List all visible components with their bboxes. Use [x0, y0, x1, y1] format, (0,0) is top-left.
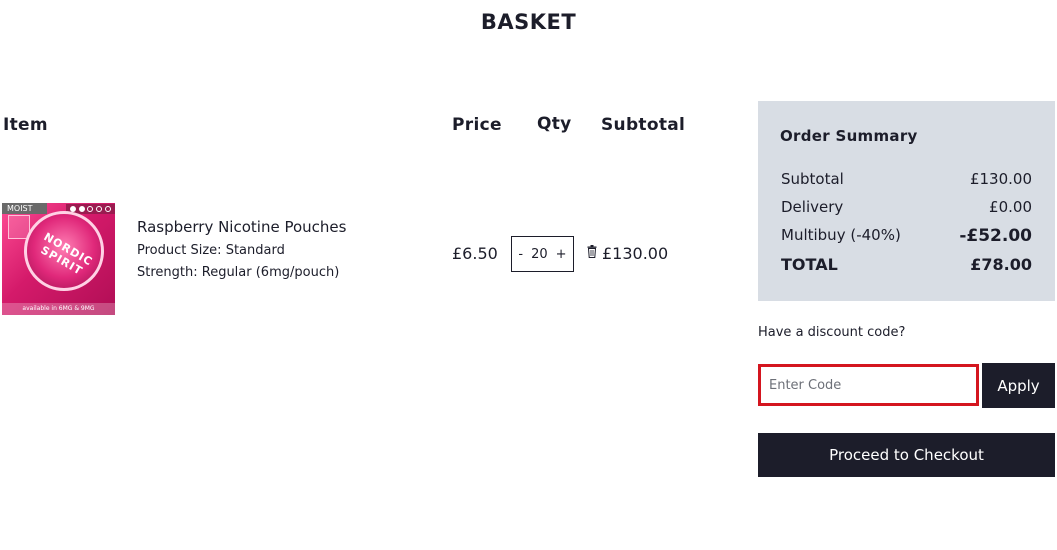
- summary-subtotal-label: Subtotal: [781, 170, 844, 188]
- summary-delivery-row: Delivery £0.00: [781, 198, 1032, 216]
- summary-delivery-label: Delivery: [781, 198, 844, 216]
- column-header-item: Item: [3, 115, 48, 135]
- trash-icon[interactable]: [587, 245, 597, 258]
- summary-title: Order Summary: [780, 127, 918, 145]
- product-price: £6.50: [452, 244, 498, 263]
- summary-total-label: TOTAL: [781, 255, 838, 274]
- column-header-subtotal: Subtotal: [601, 115, 686, 135]
- summary-multibuy-label: Multibuy (-40%): [781, 226, 901, 244]
- summary-total-value: £78.00: [970, 255, 1032, 274]
- product-strength: Strength: Regular (6mg/pouch): [137, 265, 340, 280]
- product-image-footer: available in 6MG & 9MG: [2, 303, 115, 315]
- proceed-to-checkout-button[interactable]: Proceed to Checkout: [758, 433, 1055, 477]
- column-header-qty: Qty: [537, 114, 572, 134]
- summary-multibuy-value: -£52.00: [959, 226, 1032, 246]
- apply-discount-button[interactable]: Apply: [982, 363, 1055, 408]
- quantity-stepper: - 20 +: [511, 236, 574, 272]
- summary-multibuy-row: Multibuy (-40%) -£52.00: [781, 226, 1032, 246]
- page-title: BASKET: [480, 10, 577, 34]
- discount-label: Have a discount code?: [758, 325, 906, 340]
- summary-delivery-value: £0.00: [989, 198, 1032, 216]
- summary-subtotal-row: Subtotal £130.00: [781, 170, 1032, 188]
- product-size: Product Size: Standard: [137, 243, 285, 258]
- product-name[interactable]: Raspberry Nicotine Pouches: [137, 218, 346, 236]
- summary-subtotal-value: £130.00: [969, 170, 1032, 188]
- qty-decrease-button[interactable]: -: [516, 247, 525, 262]
- product-image[interactable]: MOIST NORDIC SPIRIT available in 6MG & 9…: [2, 203, 115, 315]
- qty-value[interactable]: 20: [531, 247, 548, 262]
- product-tin: NORDIC SPIRIT: [24, 211, 104, 291]
- qty-increase-button[interactable]: +: [554, 247, 569, 262]
- order-summary: Order Summary Subtotal £130.00 Delivery …: [758, 101, 1055, 301]
- product-brand-text: NORDIC SPIRIT: [38, 230, 96, 278]
- product-image-label: MOIST: [2, 203, 47, 214]
- column-header-price: Price: [452, 115, 502, 135]
- summary-total-row: TOTAL £78.00: [781, 255, 1032, 274]
- row-subtotal: £130.00: [602, 244, 669, 263]
- discount-code-input[interactable]: [758, 364, 979, 406]
